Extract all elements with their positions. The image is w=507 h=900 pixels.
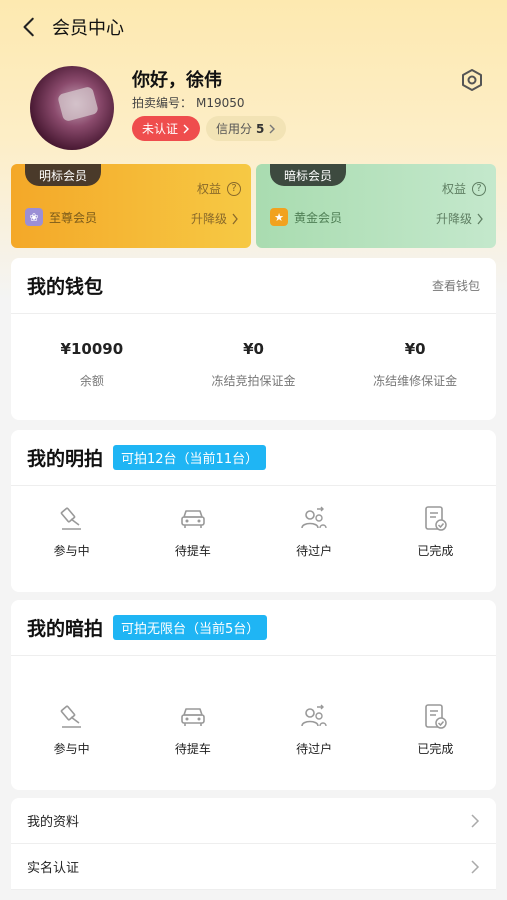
wallet-frozen-bid-deposit[interactable]: ¥0 冻结竞拍保证金: [173, 314, 335, 420]
open-auction-quota-badge: 可拍12台（当前11台）: [113, 445, 267, 470]
status-label: 待提车: [174, 742, 211, 756]
rights-label: 权益: [196, 182, 221, 196]
top-bar: 会员中心: [0, 0, 507, 54]
sealed-member-card[interactable]: 暗标会员 权益 ? ★ 黄金会员 升降级: [256, 164, 496, 248]
bear-medal-icon: ❀: [25, 208, 43, 226]
car-icon: [181, 510, 205, 528]
auction-number-value: M19050: [196, 96, 245, 110]
sealed-auction-title: 我的暗拍: [27, 618, 104, 640]
auction-number: 拍卖编号： M19050: [132, 94, 245, 111]
view-wallet-link[interactable]: 查看钱包: [432, 277, 480, 294]
chevron-right-icon: [269, 124, 276, 133]
credit-score-value: 5: [256, 121, 265, 136]
verify-status-label: 未认证: [142, 122, 179, 136]
sealed-auction-header: 我的暗拍 可拍无限台（当前5台）: [11, 600, 496, 656]
rights-label: 权益: [441, 182, 466, 196]
open-member-upgrade-link[interactable]: 升降级: [191, 210, 239, 227]
question-icon: ?: [227, 181, 241, 196]
wallet-label: 冻结维修保证金: [373, 374, 458, 388]
chevron-right-icon: [183, 124, 190, 133]
chevron-right-icon: [471, 813, 480, 828]
wallet-label: 冻结竞拍保证金: [211, 374, 296, 388]
sealed-auction-status-row: 参与中 待提车 待过户 已完成: [11, 656, 496, 757]
open-member-level: ❀ 至尊会员: [25, 208, 97, 226]
avatar[interactable]: [30, 66, 114, 150]
open-participating-button[interactable]: 参与中: [11, 504, 132, 559]
completed-doc-icon: [425, 506, 448, 531]
menu-item-label: 实名认证: [27, 861, 80, 876]
status-label: 待过户: [296, 544, 333, 558]
level-label: 黄金会员: [294, 210, 343, 225]
wallet-panel: 我的钱包 查看钱包 ¥10090 余额 ¥0 冻结竞拍保证金 ¥0 冻结维修保证…: [11, 258, 496, 420]
chevron-right-icon: [477, 213, 483, 224]
upgrade-label: 升降级: [190, 212, 227, 226]
chevron-right-icon: [232, 213, 238, 224]
sealed-member-level: ★ 黄金会员: [270, 208, 342, 226]
sealed-pickup-button[interactable]: 待提车: [132, 702, 253, 757]
wallet-title: 我的钱包: [27, 276, 104, 298]
status-label: 待提车: [174, 544, 211, 558]
sealed-auction-panel: 我的暗拍 可拍无限台（当前5台） 参与中 待提车 待过户 已完成: [11, 600, 496, 790]
credit-score-label: 信用分: [216, 122, 253, 136]
gavel-icon: [60, 507, 81, 530]
wallet-label: 余额: [79, 374, 104, 388]
auction-number-label: 拍卖编号：: [132, 96, 193, 110]
sealed-participating-button[interactable]: 参与中: [11, 702, 132, 757]
sealed-completed-button[interactable]: 已完成: [375, 702, 496, 757]
sealed-member-rights[interactable]: 权益 ?: [442, 180, 486, 197]
back-arrow-icon: [23, 17, 34, 37]
profile-section: 你好，徐伟 拍卖编号： M19050 未认证 信用分 5: [30, 66, 490, 156]
status-label: 参与中: [53, 544, 90, 558]
profile-tags: 未认证 信用分 5: [132, 116, 287, 141]
wallet-balance[interactable]: ¥10090 余额: [11, 314, 173, 420]
open-member-card[interactable]: 明标会员 权益 ? ❀ 至尊会员 升降级: [11, 164, 251, 248]
completed-doc-icon: [425, 704, 448, 729]
chevron-right-icon: [471, 859, 480, 874]
sealed-transfer-button[interactable]: 待过户: [254, 702, 375, 757]
status-label: 已完成: [417, 544, 454, 558]
status-label: 待过户: [296, 742, 333, 756]
open-auction-header: 我的明拍 可拍12台（当前11台）: [11, 430, 496, 486]
open-member-rights[interactable]: 权益 ?: [197, 180, 241, 197]
settings-icon[interactable]: [460, 68, 484, 92]
gold-medal-icon: ★: [270, 208, 288, 226]
wallet-amount: ¥0: [404, 340, 426, 358]
back-button[interactable]: [10, 7, 50, 47]
greeting-text: 你好，徐伟: [132, 70, 222, 91]
wallet-amount: ¥10090: [60, 340, 124, 358]
wallet-amount: ¥0: [243, 340, 264, 358]
wallet-header: 我的钱包 查看钱包: [11, 258, 496, 314]
settings-menu: 我的资料 实名认证: [11, 798, 496, 890]
transfer-users-icon: [301, 704, 327, 727]
level-label: 至尊会员: [49, 210, 98, 225]
sealed-member-tab: 暗标会员: [270, 164, 346, 186]
open-pickup-button[interactable]: 待提车: [132, 504, 253, 559]
gavel-icon: [60, 705, 81, 728]
wallet-body: ¥10090 余额 ¥0 冻结竞拍保证金 ¥0 冻结维修保证金: [11, 314, 496, 420]
sealed-member-upgrade-link[interactable]: 升降级: [436, 210, 484, 227]
status-label: 已完成: [417, 742, 454, 756]
credit-score-badge[interactable]: 信用分 5: [206, 116, 287, 141]
open-auction-status-row: 参与中 待提车 待过户 已完成: [11, 486, 496, 559]
open-completed-button[interactable]: 已完成: [375, 504, 496, 559]
car-icon: [181, 708, 205, 726]
menu-item-label: 我的资料: [27, 815, 80, 830]
open-member-tab: 明标会员: [25, 164, 101, 186]
wallet-frozen-repair-deposit[interactable]: ¥0 冻结维修保证金: [334, 314, 496, 420]
verify-status-badge[interactable]: 未认证: [132, 116, 201, 141]
open-auction-panel: 我的明拍 可拍12台（当前11台） 参与中 待提车 待过户 已完成: [11, 430, 496, 592]
menu-item-real-name-verification[interactable]: 实名认证: [11, 844, 496, 890]
sealed-auction-quota-badge: 可拍无限台（当前5台）: [113, 615, 268, 640]
open-auction-title: 我的明拍: [27, 448, 104, 470]
question-icon: ?: [472, 181, 486, 196]
upgrade-label: 升降级: [435, 212, 472, 226]
status-label: 参与中: [53, 742, 90, 756]
page-title: 会员中心: [52, 18, 124, 39]
transfer-users-icon: [301, 506, 327, 529]
menu-item-my-profile[interactable]: 我的资料: [11, 798, 496, 844]
open-transfer-button[interactable]: 待过户: [254, 504, 375, 559]
